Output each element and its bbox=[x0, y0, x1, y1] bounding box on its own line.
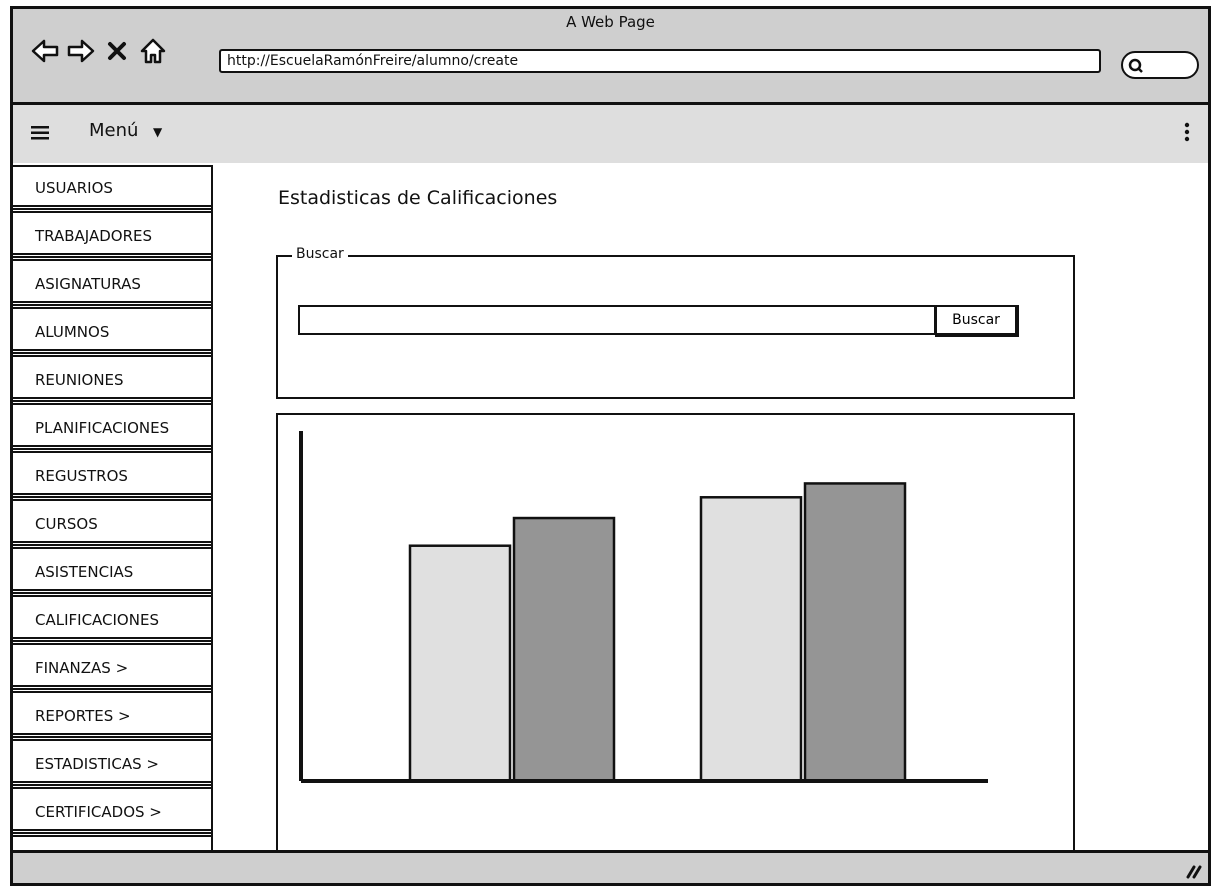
sidebar-item-usuarios[interactable]: USUARIOS bbox=[13, 167, 211, 215]
back-arrow-icon[interactable] bbox=[31, 37, 59, 65]
sidebar-item-label: TRABAJADORES bbox=[35, 227, 152, 245]
search-fieldset: Buscar Buscar bbox=[276, 246, 1075, 399]
sidebar-item-estadisticas[interactable]: ESTADISTICAS > bbox=[13, 743, 211, 791]
sidebar-item-label: ASIGNATURAS bbox=[35, 275, 141, 293]
sidebar-item-label: CERTIFICADOS > bbox=[35, 803, 162, 821]
sidebar-item-alumnos[interactable]: ALUMNOS bbox=[13, 311, 211, 359]
sidebar-item-label: ESTADISTICAS > bbox=[35, 755, 159, 773]
close-x-icon[interactable] bbox=[103, 37, 131, 65]
sidebar-item-label: PLANIFICACIONES bbox=[35, 419, 170, 437]
forward-arrow-icon[interactable] bbox=[67, 37, 95, 65]
sidebar-item-trabajadores[interactable]: TRABAJADORES bbox=[13, 215, 211, 263]
bar-0-0 bbox=[408, 544, 512, 783]
sidebar-item-planificaciones[interactable]: PLANIFICACIONES bbox=[13, 407, 211, 455]
sidebar-item-asignaturas[interactable]: ASIGNATURAS bbox=[13, 263, 211, 311]
home-icon[interactable] bbox=[139, 37, 167, 65]
chevron-down-icon[interactable]: ▼ bbox=[153, 125, 162, 139]
sidebar-item-asistencias[interactable]: ASISTENCIAS bbox=[13, 551, 211, 599]
bar-1-0 bbox=[699, 496, 803, 783]
sidebar-item-label: REUNIONES bbox=[35, 371, 124, 389]
hamburger-icon[interactable] bbox=[31, 126, 49, 140]
browser-chrome: A Web Page http://EscuelaRamónFreire/alu… bbox=[13, 9, 1208, 105]
sidebar-item-label: ASISTENCIAS bbox=[35, 563, 134, 581]
status-bar bbox=[13, 850, 1208, 883]
address-bar[interactable]: http://EscuelaRamónFreire/alumno/create bbox=[219, 49, 1101, 73]
chart-panel bbox=[276, 413, 1075, 853]
bar-chart bbox=[299, 431, 988, 783]
page-title: Estadisticas de Calificaciones bbox=[278, 187, 558, 209]
sidebar-nav: USUARIOS TRABAJADORES ASIGNATURAS ALUMNOS RE… bbox=[13, 165, 213, 857]
sidebar-item-label: CALIFICACIONES bbox=[35, 611, 159, 629]
browser-window: A Web Page http://EscuelaRamónFreire/alu… bbox=[10, 6, 1211, 886]
bar-1-1 bbox=[803, 482, 907, 783]
search-input[interactable] bbox=[298, 305, 936, 335]
sidebar-item-label: REGUSTROS bbox=[35, 467, 128, 485]
sidebar-item-calificaciones[interactable]: CALIFICACIONES bbox=[13, 599, 211, 647]
sidebar-item-cursos[interactable]: CURSOS bbox=[13, 503, 211, 551]
window-title: A Web Page bbox=[566, 13, 655, 31]
browser-search-field[interactable] bbox=[1121, 51, 1199, 79]
sidebar-item-label: ALUMNOS bbox=[35, 323, 110, 341]
search-button[interactable]: Buscar bbox=[935, 305, 1019, 337]
search-icon bbox=[1128, 58, 1143, 73]
sidebar-item-finanzas[interactable]: FINANZAS > bbox=[13, 647, 211, 695]
sidebar-item-label: USUARIOS bbox=[35, 179, 113, 197]
sidebar-item-label: CURSOS bbox=[35, 515, 98, 533]
search-legend: Buscar bbox=[292, 246, 348, 262]
sidebar-item-reportes[interactable]: REPORTES > bbox=[13, 695, 211, 743]
sidebar-item-certificados[interactable]: CERTIFICADOS > bbox=[13, 791, 211, 839]
sidebar-item-reuniones[interactable]: REUNIONES bbox=[13, 359, 211, 407]
menu-bar: Menú ▼ bbox=[13, 105, 1208, 163]
sidebar-item-label: REPORTES > bbox=[35, 707, 131, 725]
bar-0-1 bbox=[512, 516, 616, 783]
nav-buttons bbox=[31, 37, 167, 65]
sidebar-item-regustros[interactable]: REGUSTROS bbox=[13, 455, 211, 503]
resize-grip-icon[interactable] bbox=[1184, 861, 1202, 879]
menu-button[interactable]: Menú bbox=[89, 120, 138, 141]
kebab-icon[interactable] bbox=[1184, 122, 1190, 142]
sidebar-item-label: FINANZAS > bbox=[35, 659, 129, 677]
